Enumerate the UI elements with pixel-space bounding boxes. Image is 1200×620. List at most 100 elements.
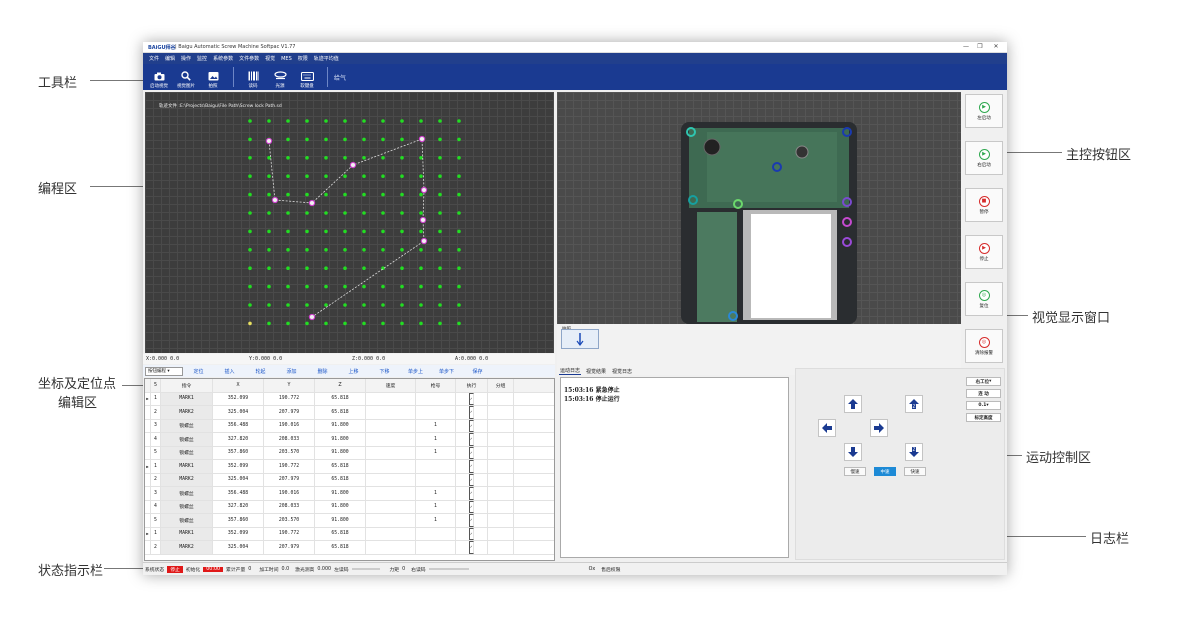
y-minus-button[interactable] <box>844 443 862 461</box>
left-start-button[interactable]: ▶ 左启动 <box>965 94 1003 128</box>
grid-point[interactable] <box>343 156 347 160</box>
grid-point[interactable] <box>457 137 461 142</box>
grid-point[interactable] <box>457 321 461 326</box>
grid-point[interactable] <box>305 137 309 142</box>
menu-permission[interactable]: 权限 <box>298 55 308 62</box>
grid-point[interactable] <box>362 284 366 289</box>
menu-system-params[interactable]: 系统参数 <box>213 55 233 62</box>
grid-point[interactable] <box>248 248 252 252</box>
grid-point[interactable] <box>343 211 347 215</box>
grid-point[interactable] <box>305 119 309 123</box>
grid-point[interactable] <box>362 211 366 215</box>
y-plus-button[interactable] <box>844 395 862 413</box>
grid-point[interactable] <box>267 119 271 123</box>
maximize-button[interactable]: ❐ <box>975 43 985 50</box>
locate-button[interactable]: 定位 <box>183 368 214 375</box>
grid-point[interactable] <box>381 119 385 123</box>
move-down-button[interactable]: 下移 <box>369 368 400 375</box>
jog-mode-select[interactable]: 连 动 <box>966 389 1001 398</box>
toolbar-air-supply[interactable]: 给气 <box>334 73 346 82</box>
path-point[interactable] <box>265 137 273 145</box>
vision-display[interactable]: 拍照 <box>557 92 961 375</box>
table-row[interactable]: 2 MARK2 325.004 207.979 65.818 ✓ <box>145 473 554 487</box>
path-point[interactable] <box>308 313 316 321</box>
grid-point[interactable] <box>343 284 347 289</box>
tab-vision-result[interactable]: 视觉结果 <box>585 368 607 375</box>
grid-point[interactable] <box>343 303 347 307</box>
grid-point[interactable] <box>438 303 442 307</box>
menu-monitor[interactable]: 监控 <box>197 55 207 62</box>
grid-point[interactable] <box>400 119 404 123</box>
grid-point[interactable] <box>324 211 328 215</box>
programming-area[interactable]: 轨迹文件 :E:\Projects\Baigu\File Path\Screw … <box>145 92 554 353</box>
grid-point[interactable] <box>438 156 442 160</box>
toolbar-read-code-button[interactable]: 读码 <box>240 65 266 89</box>
vision-thumbnail[interactable] <box>561 329 599 349</box>
grid-point[interactable] <box>362 266 366 270</box>
grid-point[interactable] <box>438 174 442 178</box>
insert-button[interactable]: 插入 <box>214 368 245 375</box>
grid-point[interactable] <box>286 284 290 289</box>
grid-point[interactable] <box>400 284 404 289</box>
grid-point[interactable] <box>248 211 252 215</box>
execute-checkbox[interactable]: ✓ <box>469 487 474 500</box>
grid-point[interactable] <box>305 192 309 197</box>
grid-point[interactable] <box>419 174 423 178</box>
grid-point[interactable] <box>438 266 442 270</box>
grid-point[interactable] <box>400 229 404 234</box>
grid-point[interactable] <box>419 321 423 326</box>
grid-point[interactable] <box>248 303 252 307</box>
grid-point[interactable] <box>305 284 309 289</box>
path-point[interactable] <box>308 199 316 207</box>
grid-point[interactable] <box>419 119 423 123</box>
grid-point[interactable] <box>305 303 309 307</box>
grid-point[interactable] <box>286 174 290 178</box>
grid-point[interactable] <box>438 192 442 197</box>
programming-canvas[interactable] <box>145 92 554 353</box>
start-point-button[interactable]: 轮起 <box>245 368 276 375</box>
grid-point[interactable] <box>248 321 252 326</box>
grid-point[interactable] <box>343 266 347 270</box>
grid-point[interactable] <box>324 284 328 289</box>
table-row[interactable]: 5 锁螺丝 357.860 203.570 91.800 1 ✓ <box>145 446 554 460</box>
grid-point[interactable] <box>305 248 309 252</box>
move-up-button[interactable]: 上移 <box>338 368 369 375</box>
execute-checkbox[interactable]: ✓ <box>469 419 474 432</box>
grid-point[interactable] <box>419 248 423 252</box>
grid-point[interactable] <box>343 174 347 178</box>
grid-point[interactable] <box>457 303 461 307</box>
path-point[interactable] <box>420 237 428 245</box>
grid-point[interactable] <box>457 174 461 178</box>
grid-point[interactable] <box>248 266 252 270</box>
close-button[interactable]: ✕ <box>991 43 1001 50</box>
reset-button[interactable]: ◎ 复位 <box>965 282 1003 316</box>
grid-point[interactable] <box>248 284 252 289</box>
step-up-button[interactable]: 单步上 <box>400 368 431 375</box>
grid-point[interactable] <box>362 321 366 326</box>
grid-point[interactable] <box>457 248 461 252</box>
grid-point[interactable] <box>286 321 290 326</box>
grid-point[interactable] <box>324 321 328 326</box>
grid-point[interactable] <box>457 192 461 197</box>
grid-point[interactable] <box>286 303 290 307</box>
grid-point[interactable] <box>400 137 404 142</box>
grid-point[interactable] <box>305 321 309 326</box>
grid-point[interactable] <box>343 192 347 197</box>
grid-point[interactable] <box>286 211 290 215</box>
tab-motion-log[interactable]: 运动日志 <box>559 367 582 375</box>
grid-point[interactable] <box>362 229 366 234</box>
speed-fast-button[interactable]: 快速 <box>904 467 926 476</box>
x-minus-button[interactable] <box>818 419 836 437</box>
grid-point[interactable] <box>248 229 252 234</box>
step-size-select[interactable]: 0.1 ▾ <box>966 401 1001 410</box>
execute-checkbox[interactable]: ✓ <box>469 446 474 459</box>
grid-point[interactable] <box>267 248 271 252</box>
step-down-button[interactable]: 单步下 <box>431 368 462 375</box>
table-row[interactable]: ▶ 1 MARK1 352.099 190.772 65.818 ✓ <box>145 527 554 541</box>
table-row[interactable]: 4 锁螺丝 327.820 208.033 91.800 1 ✓ <box>145 500 554 514</box>
grid-point[interactable] <box>362 303 366 307</box>
grid-point[interactable] <box>381 174 385 178</box>
grid-point[interactable] <box>400 248 404 252</box>
table-row[interactable]: 2 MARK2 325.004 207.979 65.818 ✓ <box>145 541 554 555</box>
menu-edit[interactable]: 编辑 <box>165 55 175 62</box>
